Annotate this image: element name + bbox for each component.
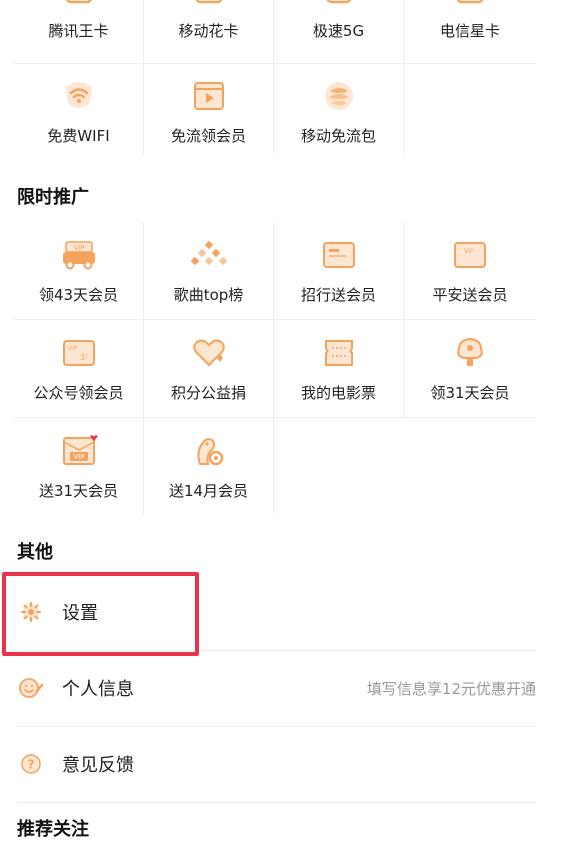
grid-empty-cell (404, 63, 536, 155)
grid-item-label: 领31天会员 (430, 384, 510, 402)
svg-text:3¹: 3¹ (80, 353, 88, 362)
list-item-label: 意见反馈 (62, 755, 134, 776)
grid-item-label: 送14月会员 (168, 482, 249, 500)
grid-item-label: 歌曲top榜 (173, 286, 244, 304)
question-icon: ? (19, 752, 43, 776)
grid-item-official-account-member[interactable]: VIP 3¹ 公众号领会员 (14, 320, 144, 417)
grid-item-movie-tickets[interactable]: 我的电影票 (274, 320, 404, 417)
phone-card-icon (194, 0, 224, 12)
grid-item-top-songs[interactable]: 歌曲top榜 (144, 222, 274, 319)
vip-ticket-icon: VIP 3¹ (60, 334, 98, 372)
grid-item-label: 招行送会员 (300, 286, 376, 304)
phone-card-icon (64, 0, 94, 12)
list-item-label: 个人信息 (62, 679, 134, 700)
section-title-other: 其他 (17, 542, 53, 563)
grid-item-label: 领43天会员 (38, 286, 119, 304)
mascot-icon (190, 432, 228, 470)
vip-envelope-icon: VIP (60, 432, 98, 470)
grid-item-label: 移动花卡 (178, 22, 239, 40)
smile-face-icon (19, 676, 43, 700)
grid-item-label: 腾讯王卡 (48, 22, 109, 40)
data-free-grid: 免费WIFI 免流领会员 移动免流包 (14, 63, 536, 155)
phone-card-icon (324, 0, 354, 12)
vip-card-icon: VIP (451, 236, 489, 274)
list-item-feedback[interactable]: ? 意见反馈 (17, 726, 536, 803)
grid-item-31-day-member[interactable]: 领31天会员 (404, 320, 536, 417)
grid-item-cmb-member[interactable]: 招行送会员 (274, 222, 404, 319)
grid-item-label: 积分公益捐 (170, 384, 246, 402)
grid-item-send-31-day-member[interactable]: VIP 送31天会员 (14, 418, 144, 515)
china-mobile-icon (320, 77, 358, 115)
top-card-row: 腾讯王卡 移动花卡 极速5G 电信星卡 (14, 0, 536, 64)
grid-item-telecom-card[interactable]: 电信星卡 (404, 0, 536, 63)
grid-item-5g[interactable]: 极速5G (274, 0, 404, 63)
svg-text:VIP: VIP (464, 248, 474, 255)
grid-item-label: 移动免流包 (300, 127, 376, 145)
section-title-promo: 限时推广 (17, 187, 89, 208)
personal-info-promo-hint: 填写信息享12元优惠开通 (366, 679, 536, 698)
movie-ticket-icon (320, 334, 358, 372)
grid-item-tencent-card[interactable]: 腾讯王卡 (14, 0, 144, 63)
list-item-personal-info[interactable]: 个人信息 填写信息享12元优惠开通 (17, 650, 536, 727)
grid-item-points-charity[interactable]: 积分公益捐 (144, 320, 274, 417)
grid-item-mobile-flower-card[interactable]: 移动花卡 (144, 0, 274, 63)
svg-text:VIP: VIP (68, 345, 78, 352)
svg-text:?: ? (28, 758, 35, 772)
settings-highlight-box (2, 572, 199, 656)
grid-item-free-wifi[interactable]: 免费WIFI (14, 63, 144, 155)
phone-card-icon (455, 0, 485, 12)
vip-car-icon: VIP (60, 236, 98, 274)
wifi-icon (60, 77, 98, 115)
grid-empty-cell (404, 418, 536, 515)
chart-dots-icon (190, 236, 228, 274)
grid-item-mobile-data-pack[interactable]: 移动免流包 (274, 63, 404, 155)
grid-item-label: 送31天会员 (38, 482, 119, 500)
grid-item-send-14-month-member[interactable]: 送14月会员 (144, 418, 274, 515)
grid-item-label: 免流领会员 (170, 127, 246, 145)
grid-item-43-day-member[interactable]: VIP 领43天会员 (14, 222, 144, 319)
grid-item-pingan-member[interactable]: VIP 平安送会员 (404, 222, 536, 319)
svg-text:VIP: VIP (73, 453, 84, 461)
grid-item-label: 我的电影票 (300, 384, 376, 402)
grid-item-label: 极速5G (312, 22, 365, 40)
grid-item-label: 电信星卡 (439, 22, 500, 40)
svg-text:VIP: VIP (73, 244, 84, 252)
promo-grid: VIP 领43天会员 歌曲top榜 招行送会员 VIP 平安送会员 VIP 3¹… (14, 222, 536, 515)
bank-card-icon (320, 236, 358, 274)
gift-tree-icon (451, 334, 489, 372)
heart-charity-icon (190, 334, 228, 372)
grid-empty-cell (274, 418, 404, 515)
grid-item-label: 公众号领会员 (33, 384, 124, 402)
grid-item-label: 免费WIFI (47, 127, 110, 145)
section-title-recommended: 推荐关注 (17, 819, 89, 840)
video-play-icon (190, 77, 228, 115)
grid-item-label: 平安送会员 (432, 286, 508, 304)
grid-item-free-member[interactable]: 免流领会员 (144, 63, 274, 155)
